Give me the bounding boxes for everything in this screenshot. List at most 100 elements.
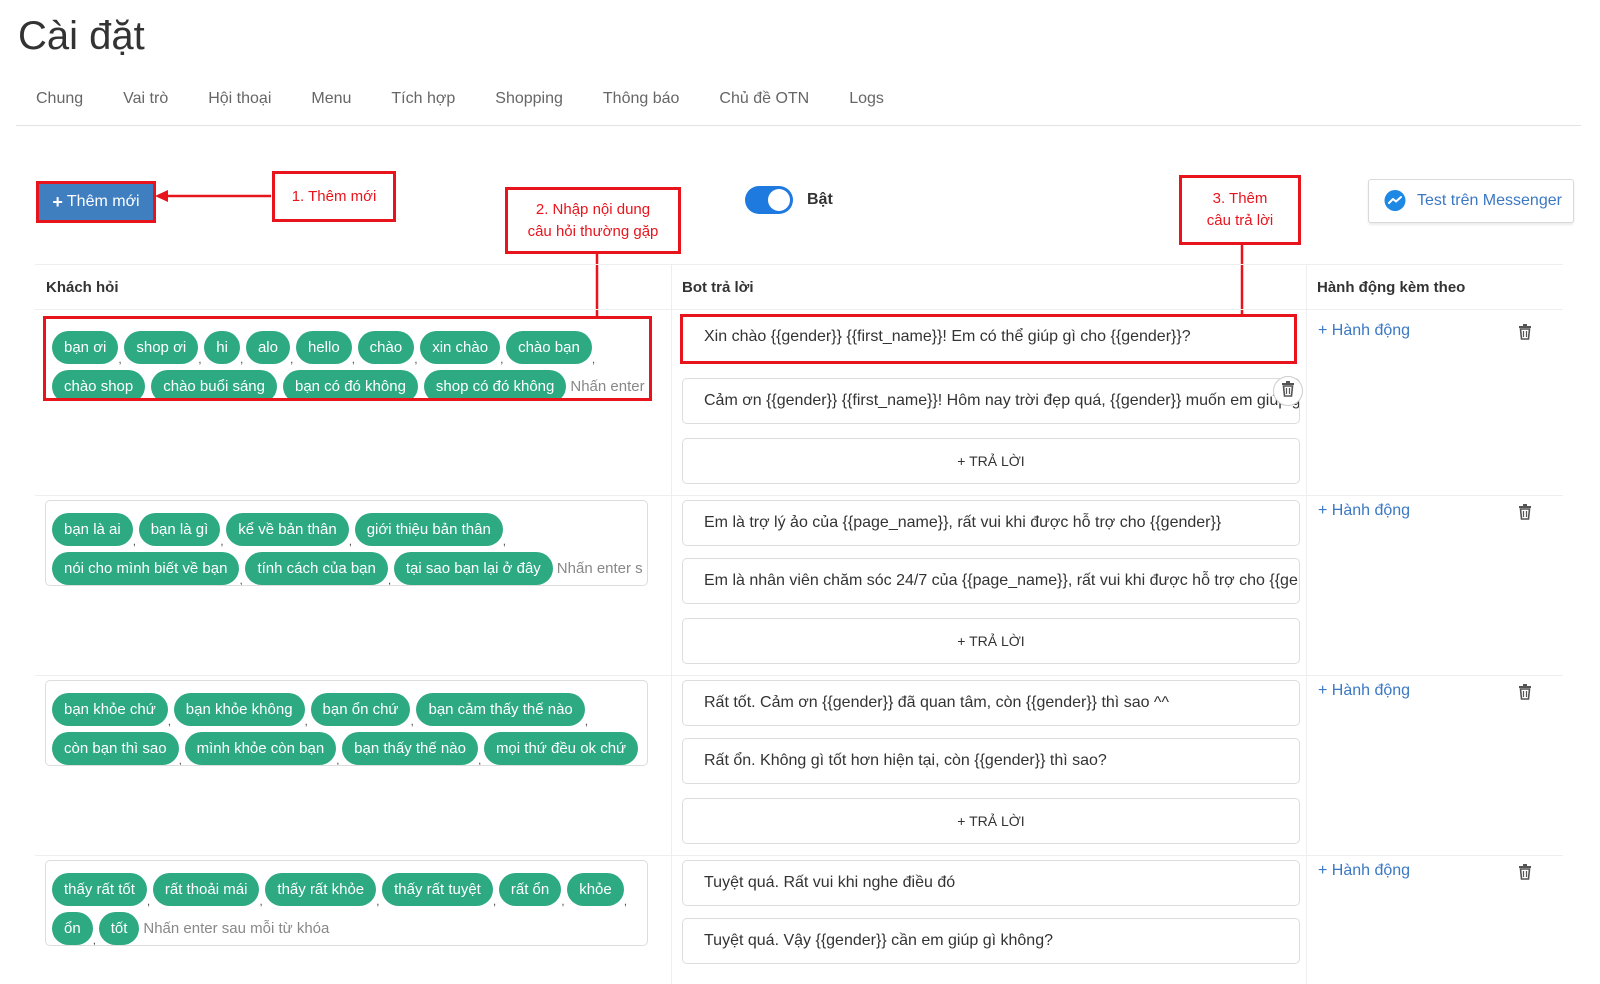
keyword-input-box[interactable]: bạn ơi, shop ơi, hi, alo, hello, chào, xin chà… — [43, 316, 652, 401]
bot-answer-field[interactable]: Em là trợ lý ảo của {{page_name}}, rất v… — [682, 500, 1300, 546]
keyword-tag[interactable]: rất thoải mái — [152, 873, 260, 906]
tab-logs[interactable]: Logs — [849, 90, 884, 108]
enable-toggle[interactable] — [745, 186, 793, 214]
keyword-tag[interactable]: shop có đó không — [423, 370, 567, 398]
keyword-tag[interactable]: bạn thấy thế nào — [342, 732, 478, 765]
keyword-tag[interactable]: bạn có đó không — [282, 370, 418, 398]
header-divider — [35, 309, 1563, 310]
keyword-tag[interactable]: thấy rất khỏe — [265, 873, 377, 906]
tab-shopping[interactable]: Shopping — [495, 90, 563, 108]
row-divider — [35, 495, 1563, 496]
keyword-input[interactable]: Nhấn enter sau mỗi từ khóa — [143, 912, 643, 945]
annotation-3-line1: 3. Thêm — [1212, 190, 1268, 207]
keyword-tag[interactable]: bạn khỏe chứ — [52, 693, 168, 726]
keyword-tag[interactable]: mọi thứ đều ok chứ — [483, 732, 639, 765]
plus-icon: + — [52, 191, 63, 212]
delete-row-icon[interactable] — [1518, 324, 1532, 345]
tag-separator: , — [348, 534, 353, 548]
keyword-input[interactable]: Nhấn enter sau mỗi từ khóa — [642, 732, 643, 765]
keyword-tag[interactable]: bạn là ai — [52, 513, 133, 546]
keyword-tag[interactable]: shop ơi — [124, 331, 199, 364]
bot-answer-field[interactable]: Em là nhân viên chăm sóc 24/7 của {{page… — [682, 558, 1300, 604]
tag-separator: , — [220, 534, 224, 548]
bot-answer-field[interactable]: Cảm ơn {{gender}} {{first_name}}! Hôm na… — [682, 378, 1300, 424]
keyword-tag-line: bạn ơi, shop ơi, hi, alo, hello, chào, xin chà… — [52, 325, 645, 366]
tag-separator: , — [146, 894, 151, 908]
tag-separator: , — [118, 352, 122, 366]
keyword-tag[interactable]: chào shop — [52, 370, 146, 398]
keyword-tag[interactable]: còn bạn thì sao — [52, 732, 179, 765]
column-divider — [1306, 265, 1307, 984]
keyword-tag[interactable]: tại sao bạn lại ở đây — [393, 552, 553, 585]
bot-answer-field[interactable]: Tuyệt quá. Rất vui khi nghe điều đó — [682, 860, 1300, 906]
keyword-tag[interactable]: nói cho mình biết về bạn — [52, 552, 240, 585]
delete-row-icon[interactable] — [1518, 504, 1532, 525]
keyword-tag-line: thấy rất tốt, rất thoải mái, thấy rất khỏe… — [52, 867, 643, 908]
bot-answer-field[interactable]: Tuyệt quá. Vậy {{gender}} cần em giúp gì… — [682, 918, 1300, 964]
keyword-tag[interactable]: bạn ổn chứ — [310, 693, 411, 726]
tab-general[interactable]: Chung — [36, 90, 83, 108]
keyword-tag[interactable]: alo — [245, 331, 290, 364]
tab-conversation[interactable]: Hội thoại — [208, 90, 271, 108]
keyword-tag[interactable]: ổn — [52, 912, 93, 945]
keyword-tag[interactable]: rất ổn — [498, 873, 562, 906]
tag-separator: , — [414, 352, 418, 366]
tag-separator: , — [492, 894, 497, 908]
delete-row-icon[interactable] — [1518, 864, 1532, 885]
keyword-tag[interactable]: hello — [295, 331, 352, 364]
keyword-tag[interactable]: bạn là gì — [138, 513, 221, 546]
keyword-tag-line: ổn, tốt Nhấn enter sau mỗi từ khóa — [52, 906, 643, 945]
keyword-input-box[interactable]: bạn khỏe chứ, bạn khỏe không, bạn ổn chứ, b… — [45, 680, 648, 766]
keyword-tag[interactable]: thấy rất tuyệt — [382, 873, 493, 906]
keyword-tag[interactable]: khỏe — [567, 873, 624, 906]
tag-separator: , — [178, 753, 182, 766]
add-new-button[interactable]: + Thêm mới — [36, 181, 156, 223]
keyword-tag[interactable]: bạn khỏe không — [173, 693, 305, 726]
keyword-tag[interactable]: chào bạn — [506, 331, 592, 364]
annotation-3: 3. Thêm câu trả lời — [1179, 175, 1301, 245]
keyword-tag[interactable]: thấy rất tốt — [52, 873, 147, 906]
bot-answer-field[interactable]: Rất tốt. Cảm ơn {{gender}} đã quan tâm, … — [682, 680, 1300, 726]
add-action-link[interactable]: + Hành động — [1318, 682, 1410, 700]
tab-notifications[interactable]: Thông báo — [603, 90, 680, 108]
add-reply-button[interactable]: + TRẢ LỜI — [682, 618, 1300, 664]
header-question: Khách hỏi — [46, 279, 119, 296]
tab-menu[interactable]: Menu — [311, 90, 351, 108]
bot-answer-field[interactable]: Xin chào {{gender}} {{first_name}}! Em c… — [680, 314, 1297, 364]
keyword-tag[interactable]: kể về bản thân — [226, 513, 349, 546]
keyword-tag[interactable]: bạn ơi — [52, 331, 119, 364]
delete-answer-button[interactable] — [1273, 376, 1303, 406]
keyword-tag[interactable]: chào buổi sáng — [151, 370, 277, 398]
keyword-input-box[interactable]: bạn là ai, bạn là gì, kể về bản thân, giới … — [45, 500, 648, 586]
test-messenger-button[interactable]: Test trên Messenger — [1368, 179, 1574, 223]
keyword-tag[interactable]: giới thiệu bản thân — [354, 513, 503, 546]
tab-roles[interactable]: Vai trò — [123, 90, 168, 108]
keyword-tag-line: nói cho mình biết về bạn, tính cách của b… — [52, 546, 643, 585]
messenger-icon — [1384, 190, 1406, 211]
add-action-link[interactable]: + Hành động — [1318, 322, 1410, 340]
annotation-2-line1: 2. Nhập nội dung — [535, 200, 651, 218]
add-action-link[interactable]: + Hành động — [1318, 502, 1410, 520]
bot-answer-field[interactable]: Rất ổn. Không gì tốt hơn hiện tại, còn {… — [682, 738, 1300, 784]
add-action-link[interactable]: + Hành động — [1318, 862, 1410, 880]
tab-integration[interactable]: Tích hợp — [391, 90, 455, 108]
add-reply-button[interactable]: + TRẢ LỜI — [682, 798, 1300, 844]
add-reply-button[interactable]: + TRẢ LỜI — [682, 438, 1300, 484]
keyword-tag[interactable]: hi — [204, 331, 240, 364]
keyword-tag[interactable]: bạn cảm thấy thế nào — [416, 693, 585, 726]
keyword-tag[interactable]: xin chào — [420, 331, 501, 364]
keyword-tag[interactable]: mình khỏe còn bạn — [184, 732, 337, 765]
keyword-input[interactable]: Nhấn enter sau mỗi từ khóa — [570, 370, 645, 398]
enable-toggle-group: Bật — [745, 186, 833, 214]
tab-otn-topics[interactable]: Chủ đề OTN — [719, 90, 809, 108]
delete-row-icon[interactable] — [1518, 684, 1532, 705]
keyword-input[interactable]: Nhấn enter sau mỗi từ khóa — [557, 552, 643, 585]
annotation-3-line2: câu trả lời — [1206, 212, 1274, 229]
keyword-input-box[interactable]: thấy rất tốt, rất thoải mái, thấy rất khỏe… — [45, 860, 648, 946]
annotation-1-arrow — [155, 190, 271, 202]
row-divider — [35, 675, 1563, 676]
tag-separator: , — [239, 352, 244, 366]
keyword-tag[interactable]: tính cách của bạn — [245, 552, 388, 585]
keyword-tag[interactable]: tốt — [98, 912, 140, 945]
keyword-tag[interactable]: chào — [357, 331, 415, 364]
